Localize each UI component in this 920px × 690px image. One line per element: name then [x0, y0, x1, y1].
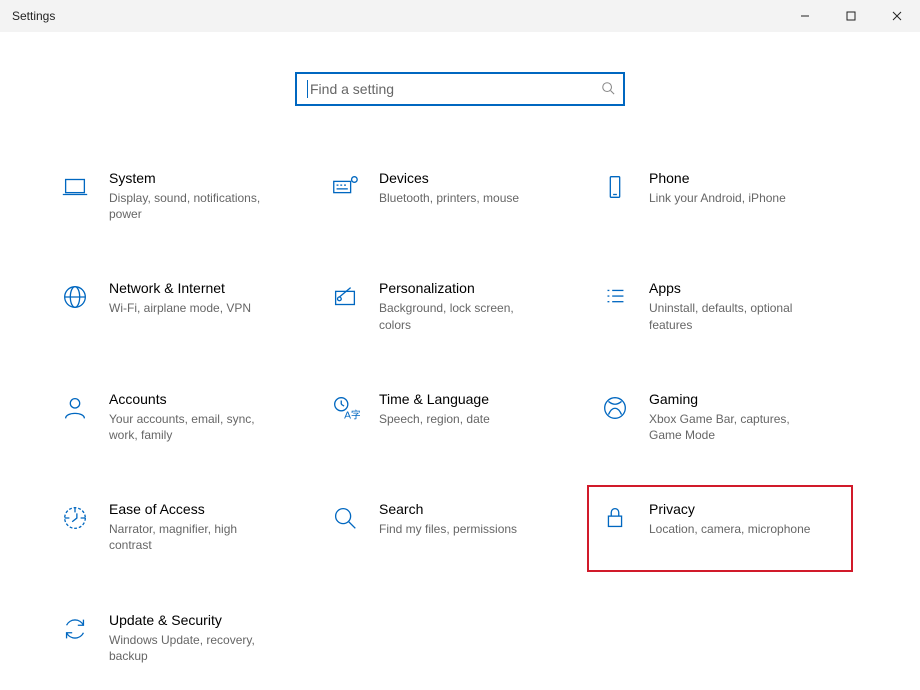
title-bar: Settings: [0, 0, 920, 32]
tile-system[interactable]: System Display, sound, notifications, po…: [55, 166, 325, 226]
globe-icon: [55, 280, 95, 312]
tile-desc: Wi-Fi, airplane mode, VPN: [109, 300, 251, 316]
tile-time-language[interactable]: A字 Time & Language Speech, region, date: [325, 387, 595, 447]
tile-personalization[interactable]: Personalization Background, lock screen,…: [325, 276, 595, 336]
tile-network[interactable]: Network & Internet Wi-Fi, airplane mode,…: [55, 276, 325, 336]
tile-title: Devices: [379, 170, 519, 186]
search-placeholder: Find a setting: [310, 81, 601, 97]
window-controls: [782, 0, 920, 32]
tile-title: Personalization: [379, 280, 545, 296]
list-icon: [595, 280, 635, 312]
tile-title: Update & Security: [109, 612, 275, 628]
tile-title: System: [109, 170, 275, 186]
tile-desc: Link your Android, iPhone: [649, 190, 786, 206]
tile-devices[interactable]: Devices Bluetooth, printers, mouse: [325, 166, 595, 226]
tile-desc: Uninstall, defaults, optional features: [649, 300, 815, 332]
tile-title: Search: [379, 501, 517, 517]
phone-icon: [595, 170, 635, 202]
tile-desc: Display, sound, notifications, power: [109, 190, 275, 222]
maximize-button[interactable]: [828, 0, 874, 32]
tile-search[interactable]: Search Find my files, permissions: [325, 497, 595, 557]
tile-update-security[interactable]: Update & Security Windows Update, recove…: [55, 608, 325, 668]
settings-grid: System Display, sound, notifications, po…: [0, 166, 920, 668]
search-icon: [601, 81, 615, 98]
tile-apps[interactable]: Apps Uninstall, defaults, optional featu…: [595, 276, 865, 336]
tile-desc: Speech, region, date: [379, 411, 490, 427]
svg-text:A字: A字: [344, 408, 360, 421]
close-button[interactable]: [874, 0, 920, 32]
search-input[interactable]: Find a setting: [295, 72, 625, 106]
tile-desc: Xbox Game Bar, captures, Game Mode: [649, 411, 815, 443]
tile-title: Accounts: [109, 391, 275, 407]
tile-accounts[interactable]: Accounts Your accounts, email, sync, wor…: [55, 387, 325, 447]
tile-title: Ease of Access: [109, 501, 275, 517]
keyboard-icon: [325, 170, 365, 202]
tile-ease-of-access[interactable]: Ease of Access Narrator, magnifier, high…: [55, 497, 325, 557]
tile-desc: Background, lock screen, colors: [379, 300, 545, 332]
tile-desc: Bluetooth, printers, mouse: [379, 190, 519, 206]
language-icon: A字: [325, 391, 365, 423]
accessibility-icon: [55, 501, 95, 533]
person-icon: [55, 391, 95, 423]
minimize-button[interactable]: [782, 0, 828, 32]
sync-icon: [55, 612, 95, 644]
tile-title: Time & Language: [379, 391, 490, 407]
xbox-icon: [595, 391, 635, 423]
tile-title: Phone: [649, 170, 786, 186]
brush-icon: [325, 280, 365, 312]
window-title: Settings: [12, 9, 55, 23]
tile-title: Network & Internet: [109, 280, 251, 296]
tile-desc: Windows Update, recovery, backup: [109, 632, 275, 664]
tile-gaming[interactable]: Gaming Xbox Game Bar, captures, Game Mod…: [595, 387, 865, 447]
tile-desc: Find my files, permissions: [379, 521, 517, 537]
tile-desc: Narrator, magnifier, high contrast: [109, 521, 275, 553]
highlight-box: [587, 485, 853, 571]
tile-title: Gaming: [649, 391, 815, 407]
tile-title: Apps: [649, 280, 815, 296]
tile-desc: Your accounts, email, sync, work, family: [109, 411, 275, 443]
laptop-icon: [55, 170, 95, 202]
tile-privacy[interactable]: Privacy Location, camera, microphone: [595, 497, 865, 557]
magnifier-icon: [325, 501, 365, 533]
tile-phone[interactable]: Phone Link your Android, iPhone: [595, 166, 865, 226]
